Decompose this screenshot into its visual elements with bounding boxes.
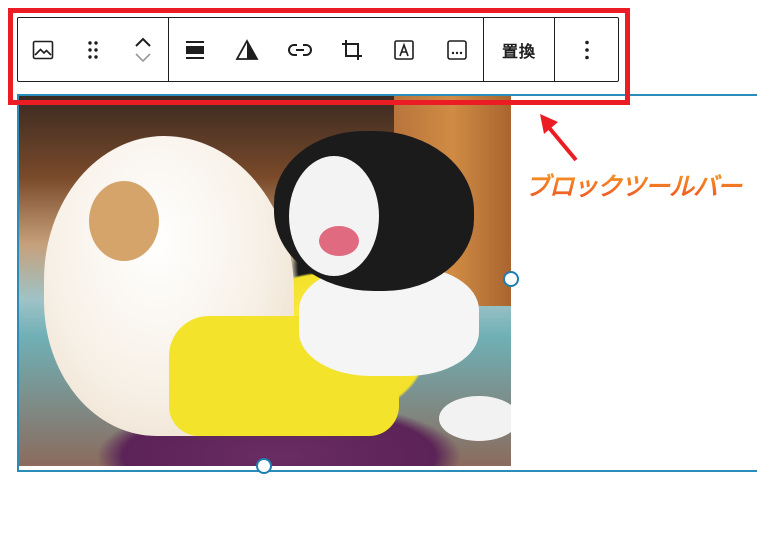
- resize-handle-bottom[interactable]: [256, 458, 272, 474]
- resize-handle-right[interactable]: [503, 271, 519, 287]
- puppies-photo[interactable]: [19, 96, 511, 466]
- annotation-highlight-box: [8, 8, 630, 105]
- annotation-arrow-icon: [540, 114, 578, 162]
- annotation-label: ブロックツールバー: [525, 167, 755, 203]
